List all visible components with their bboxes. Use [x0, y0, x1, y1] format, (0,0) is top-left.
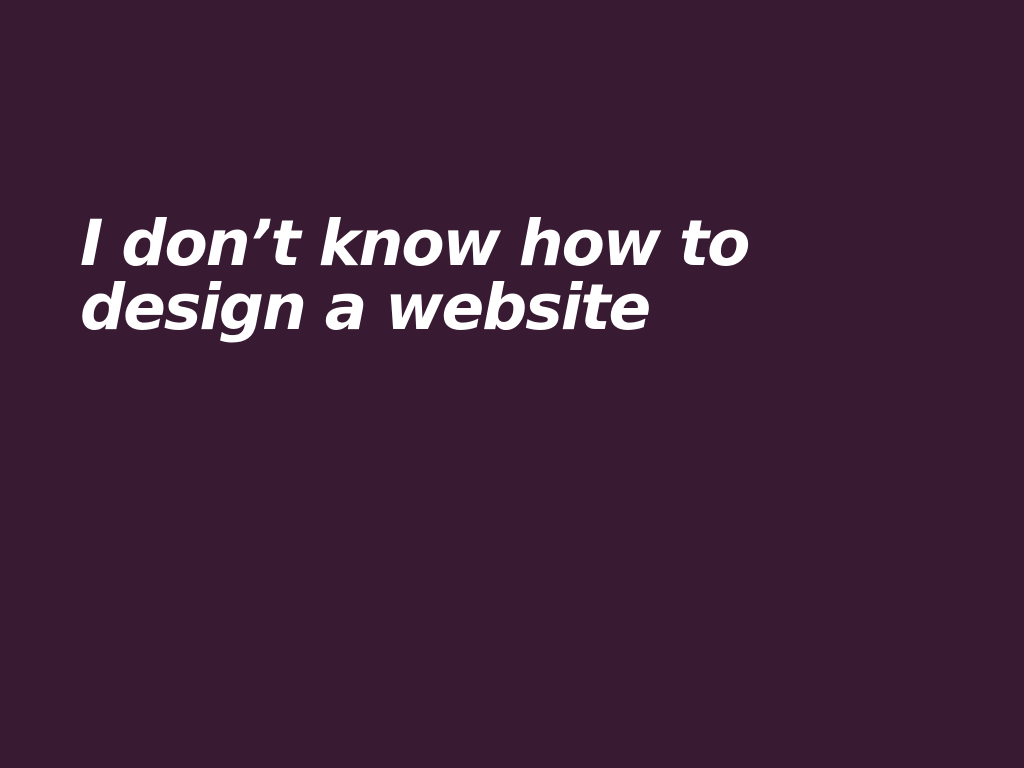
slide-headline: I don’t know how to design a website: [80, 212, 980, 340]
headline-line-2: design a website: [80, 271, 651, 344]
slide: I don’t know how to design a website: [0, 0, 1024, 768]
headline-line-1: I don’t know how to: [80, 207, 750, 280]
